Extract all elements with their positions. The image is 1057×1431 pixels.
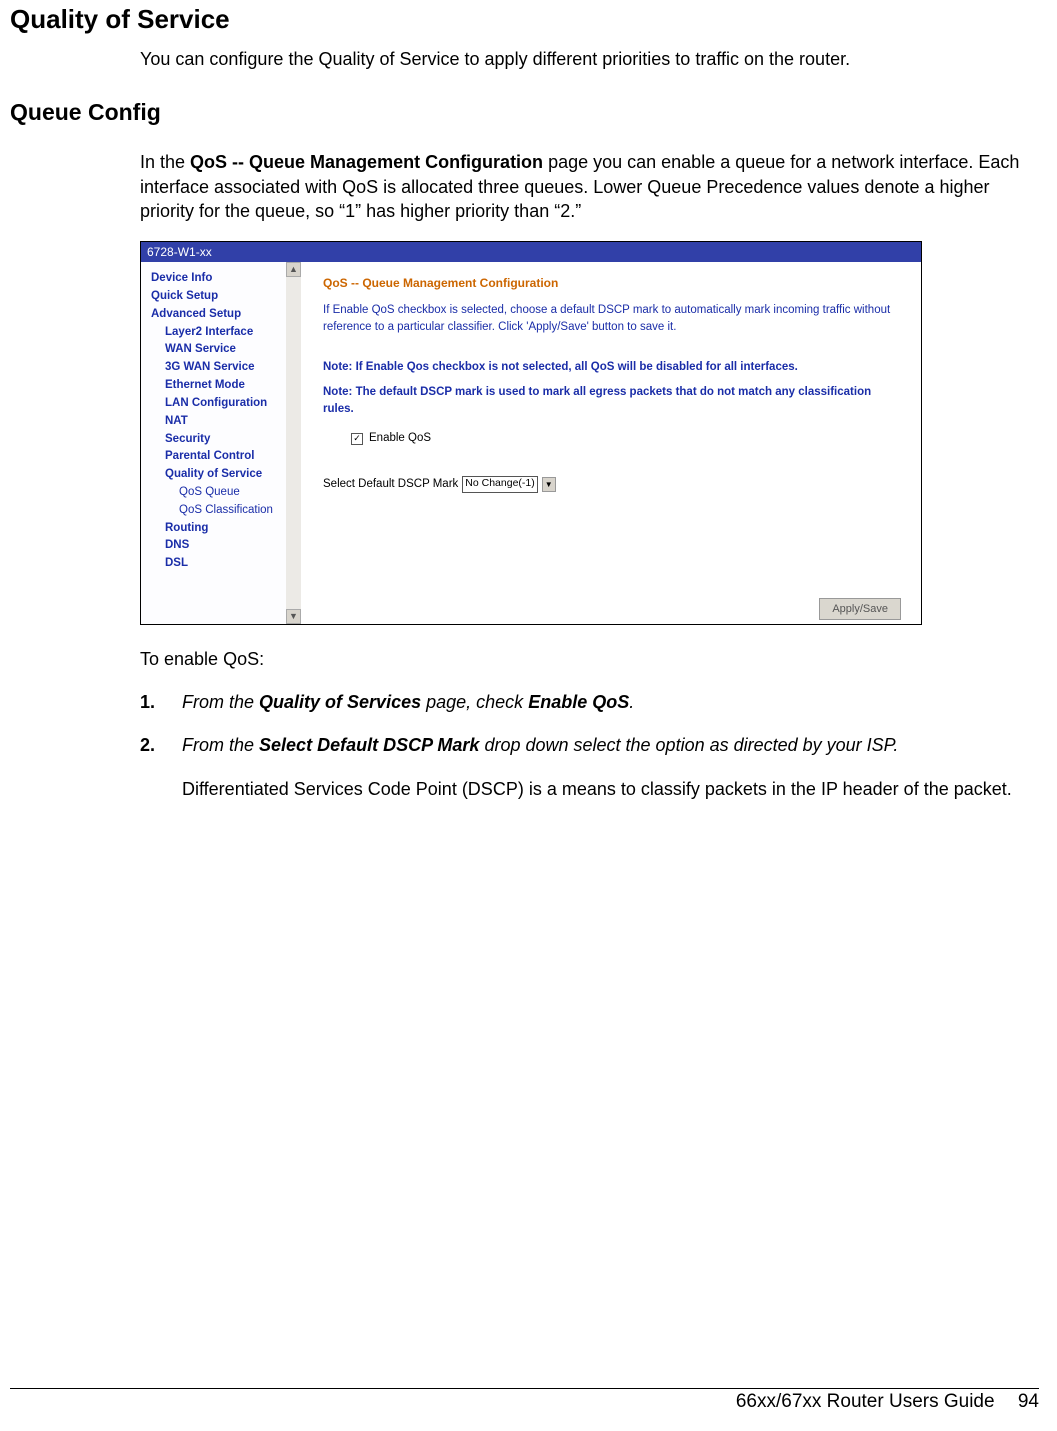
- nav-subitem[interactable]: WAN Service: [151, 341, 296, 359]
- nav-subitem[interactable]: Security: [151, 431, 296, 449]
- footer-guide-title: 66xx/67xx Router Users Guide: [736, 1391, 995, 1412]
- text: drop down select the option as directed …: [479, 735, 898, 755]
- text: page, check: [421, 692, 528, 712]
- apply-save-button[interactable]: Apply/Save: [819, 598, 901, 621]
- section-heading: Queue Config: [10, 99, 1047, 126]
- nav-tree: Device Info Quick Setup Advanced Setup L…: [141, 262, 301, 624]
- text-bold: Enable QoS: [528, 692, 629, 712]
- enable-qos-checkbox[interactable]: ✓: [351, 433, 363, 445]
- text-bold: QoS -- Queue Management Configuration: [190, 152, 543, 172]
- nav-subitem[interactable]: LAN Configuration: [151, 395, 296, 413]
- note-text: Note: The default DSCP mark is used to m…: [323, 384, 903, 419]
- nav-item[interactable]: Advanced Setup: [151, 306, 296, 324]
- step-2: 2. From the Select Default DSCP Mark dro…: [140, 733, 1037, 758]
- step-number: 2.: [140, 733, 182, 758]
- footer-page-number: 94: [1018, 1391, 1039, 1412]
- nav-subitem[interactable]: DSL: [151, 555, 296, 573]
- page-footer: 66xx/67xx Router Users Guide 94: [10, 1388, 1039, 1413]
- nav-subitem[interactable]: Quality of Service: [151, 466, 296, 484]
- chevron-down-icon[interactable]: ▼: [542, 477, 556, 492]
- panel-title: QoS -- Queue Management Configuration: [323, 274, 903, 292]
- intro-paragraph: You can configure the Quality of Service…: [140, 47, 1037, 71]
- scroll-down-icon[interactable]: ▼: [286, 609, 301, 624]
- text: .: [629, 692, 634, 712]
- screenshot-main: QoS -- Queue Management Configuration If…: [301, 262, 921, 624]
- nav-subsubitem[interactable]: QoS Classification: [151, 502, 296, 520]
- dscp-select-value: No Change(-1): [465, 476, 534, 492]
- note-text: Note: If Enable Qos checkbox is not sele…: [323, 359, 903, 376]
- nav-subitem[interactable]: Parental Control: [151, 448, 296, 466]
- text: In the: [140, 152, 190, 172]
- nav-scrollbar[interactable]: ▲ ▼: [286, 262, 301, 624]
- text-bold: Select Default DSCP Mark: [259, 735, 479, 755]
- enable-qos-label: Enable QoS: [369, 430, 431, 447]
- nav-subitem[interactable]: 3G WAN Service: [151, 359, 296, 377]
- nav-subitem[interactable]: NAT: [151, 413, 296, 431]
- nav-subsubitem[interactable]: QoS Queue: [151, 484, 296, 502]
- text-bold: Quality of Services: [259, 692, 421, 712]
- to-enable-label: To enable QoS:: [140, 649, 1037, 670]
- panel-description: If Enable QoS checkbox is selected, choo…: [323, 302, 903, 337]
- nav-subitem[interactable]: Ethernet Mode: [151, 377, 296, 395]
- nav-subitem[interactable]: Routing: [151, 520, 296, 538]
- queue-config-paragraph: In the QoS -- Queue Management Configura…: [140, 150, 1037, 223]
- page-title: Quality of Service: [10, 4, 1047, 35]
- text: From the: [182, 692, 259, 712]
- nav-item[interactable]: Quick Setup: [151, 288, 296, 306]
- nav-item[interactable]: Device Info: [151, 270, 296, 288]
- nav-subitem[interactable]: Layer2 Interface: [151, 324, 296, 342]
- router-screenshot: 6728-W1-xx Device Info Quick Setup Advan…: [140, 241, 922, 625]
- dscp-select[interactable]: No Change(-1): [462, 476, 537, 493]
- screenshot-titlebar: 6728-W1-xx: [141, 242, 921, 262]
- step-number: 1.: [140, 690, 182, 715]
- step-1: 1. From the Quality of Services page, ch…: [140, 690, 1037, 715]
- nav-subitem[interactable]: DNS: [151, 537, 296, 555]
- step-2-note: Differentiated Services Code Point (DSCP…: [182, 777, 1037, 801]
- text: From the: [182, 735, 259, 755]
- scroll-up-icon[interactable]: ▲: [286, 262, 301, 277]
- dscp-label: Select Default DSCP Mark: [323, 476, 458, 493]
